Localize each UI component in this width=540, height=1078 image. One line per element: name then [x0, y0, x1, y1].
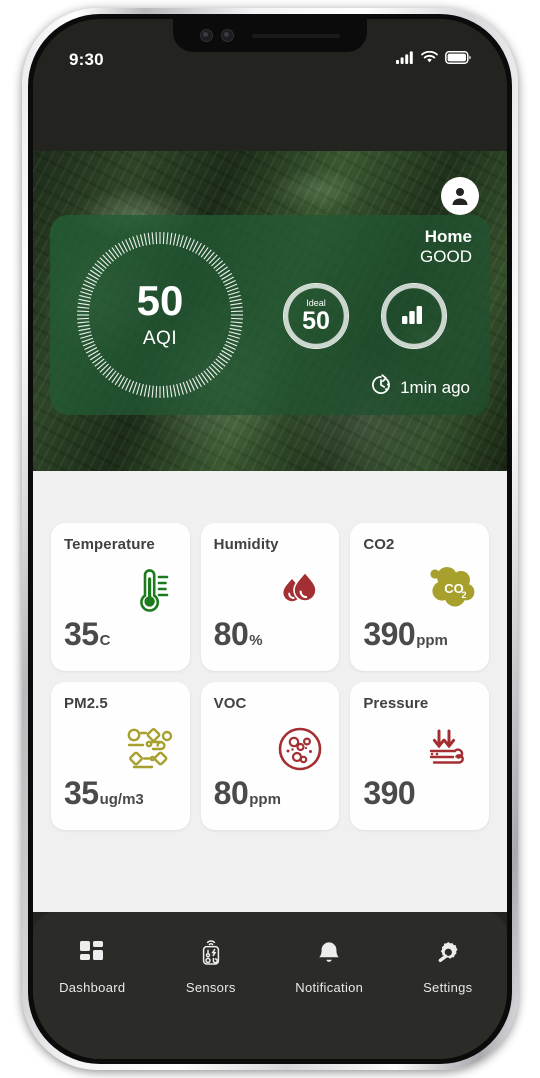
battery-icon: [445, 51, 471, 69]
phone-screen: Home GOOD 50 AQI Ideal 50 1min ago Tempe…: [33, 19, 507, 1059]
status-bar: 9:30: [33, 38, 507, 82]
bar-chart-icon: [401, 302, 427, 331]
co2-cloud-icon: CO 2: [419, 559, 481, 621]
svg-text:2: 2: [461, 590, 466, 600]
metric-card-pm25[interactable]: PM2.5 35 ug/m3: [51, 682, 190, 830]
metrics-section: Temperature 35 C Humidity 80 % CO2 CO 2 …: [33, 471, 507, 912]
aqi-gauge-center: 50 AQI: [74, 229, 246, 401]
nav-label: Settings: [423, 980, 473, 995]
wifi-icon: [421, 50, 438, 69]
metric-value: 390: [363, 616, 416, 652]
metrics-row-1: Temperature 35 C Humidity 80 % CO2 CO 2 …: [51, 523, 489, 671]
clock-refresh-icon: [370, 374, 392, 401]
nav-item-notification[interactable]: Notification: [283, 938, 375, 995]
nav-item-sensors[interactable]: Sensors: [165, 938, 257, 995]
ideal-value: 50: [302, 306, 330, 335]
bell-icon: [317, 938, 341, 968]
metric-card-pressure[interactable]: Pressure 390: [350, 682, 489, 830]
aqi-value: 50: [136, 277, 184, 324]
grid-dashboard-icon: [79, 938, 105, 968]
nav-label: Sensors: [185, 980, 236, 995]
metric-value-group: 390: [363, 775, 416, 812]
status-icons: [396, 50, 471, 69]
metric-card-voc[interactable]: VOC 80 ppm: [200, 682, 340, 830]
metrics-row-2: PM2.5 35 ug/m3 VOC 80 ppm Pressure 390: [51, 682, 489, 830]
metric-value-group: 80 ppm: [214, 775, 281, 812]
metric-card-co2[interactable]: CO2 CO 2 390 ppm: [350, 523, 489, 671]
metric-value: 390: [363, 775, 416, 811]
metric-value: 80: [213, 775, 249, 811]
metric-card-temperature[interactable]: Temperature 35 C: [51, 523, 190, 671]
metric-title: CO2: [363, 536, 395, 553]
air-quality-label: GOOD: [420, 246, 472, 266]
metric-title: Temperature: [64, 536, 155, 553]
particles-icon: [120, 718, 182, 780]
air-quality-card[interactable]: Home GOOD 50 AQI Ideal 50 1min ago: [50, 215, 490, 415]
nav-item-settings[interactable]: Settings: [402, 938, 494, 995]
metric-unit: C: [99, 632, 111, 649]
nav-label: Notification: [295, 980, 364, 995]
metric-value: 35: [64, 616, 99, 652]
last-updated-text: 1min ago: [400, 377, 470, 397]
hero-section: Home GOOD 50 AQI Ideal 50 1min ago: [33, 151, 507, 471]
metric-unit: ppm: [249, 791, 281, 808]
location-status: Home GOOD: [420, 227, 472, 266]
metric-value-group: 35 ug/m3: [64, 775, 144, 812]
pressure-wind-icon: [419, 718, 481, 780]
sensor-device-icon: [197, 938, 225, 968]
metric-value-group: 35 C: [64, 616, 110, 653]
aqi-gauge: 50 AQI: [74, 229, 246, 401]
metric-title: Pressure: [363, 695, 429, 712]
user-avatar-icon[interactable]: [441, 177, 479, 215]
earpiece-speaker: [252, 33, 340, 38]
nav-label: Dashboard: [59, 980, 126, 995]
germ-icon: [269, 718, 331, 780]
last-updated: 1min ago: [370, 374, 470, 401]
metric-title: PM2.5: [64, 695, 108, 712]
gear-wrench-icon: [434, 938, 462, 968]
metric-card-humidity[interactable]: Humidity 80 %: [200, 523, 340, 671]
metric-title: VOC: [213, 695, 247, 712]
metric-value: 35: [64, 775, 99, 811]
ideal-value-button[interactable]: Ideal 50: [283, 283, 349, 349]
status-time: 9:30: [69, 50, 104, 69]
aqi-unit-label: AQI: [142, 328, 178, 349]
metric-unit: ug/m3: [99, 791, 144, 808]
metric-title: Humidity: [213, 536, 279, 553]
water-droplets-icon: [269, 559, 331, 621]
nav-item-dashboard[interactable]: Dashboard: [46, 938, 138, 995]
metric-value-group: 80 %: [214, 616, 263, 653]
thermometer-icon: [120, 559, 182, 621]
metric-unit: ppm: [416, 632, 448, 649]
metric-value-group: 390 ppm: [363, 616, 448, 653]
bottom-navigation: Dashboard Sensors Notification Settings: [33, 912, 507, 1059]
metric-value: 80: [213, 616, 249, 652]
location-name: Home: [424, 227, 472, 246]
bar-chart-button[interactable]: [381, 283, 447, 349]
metric-unit: %: [249, 632, 263, 649]
signal-icon: [396, 51, 414, 69]
app-root: Home GOOD 50 AQI Ideal 50 1min ago Tempe…: [33, 19, 507, 1059]
